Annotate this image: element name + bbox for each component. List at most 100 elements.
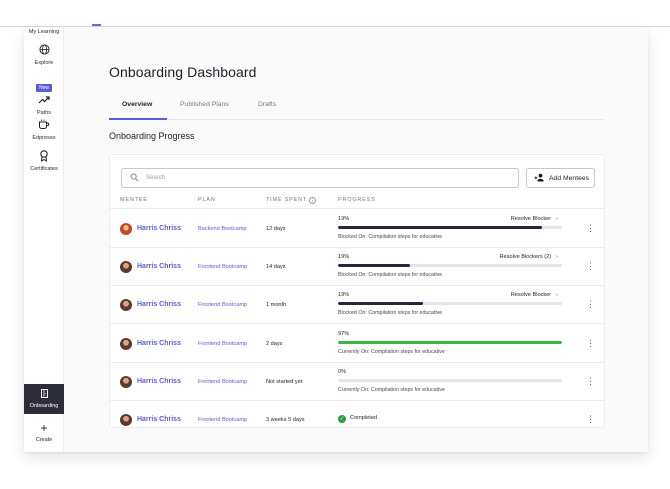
progress-bar xyxy=(338,302,562,306)
progress-status: Blocked On: Compilation steps for educat… xyxy=(338,272,443,279)
mentee-name[interactable]: Harris Chriss xyxy=(137,378,181,385)
ribbon-icon xyxy=(24,150,64,164)
tab-drafts[interactable]: Drafts xyxy=(258,101,276,108)
progress-bar xyxy=(338,378,562,382)
add-user-icon xyxy=(534,173,545,184)
info-icon[interactable]: i xyxy=(309,197,317,204)
time-spent: 14 days xyxy=(266,264,286,271)
trend-icon xyxy=(24,94,64,108)
progress-bar xyxy=(338,264,562,268)
plan-link[interactable]: Frontend Bootcamp xyxy=(198,264,247,270)
sidebar-item-onboarding[interactable]: Onboarding xyxy=(24,384,64,414)
sidebar-item-label: Paths xyxy=(36,110,52,116)
top-accent xyxy=(92,24,101,26)
sidebar: My Learning Explore New Paths Edpresso C… xyxy=(24,27,64,452)
new-badge: New xyxy=(35,84,52,92)
sidebar-item-label: My Learning xyxy=(28,29,60,35)
column-header-plan: PLAN xyxy=(198,197,216,203)
table-row: Harris Chriss Frontend Bootcamp 14 days 19%… xyxy=(110,248,604,287)
progress-bar-fill xyxy=(338,302,424,306)
progress-card: Search Add Mentees MENTEE PLAN TIME SPEN… xyxy=(109,154,605,428)
sidebar-item-certificates[interactable]: Certificates xyxy=(24,150,64,172)
sidebar-item-edpresso[interactable]: Edpresso xyxy=(24,119,64,141)
time-spent: Not started yet xyxy=(266,378,303,385)
resolve-blocker-link[interactable]: Resolve Blockers (2) › xyxy=(500,254,558,260)
sidebar-item-label: Explore xyxy=(34,60,54,66)
tab-overview[interactable]: Overview xyxy=(122,101,152,108)
progress-status: Blocked On: Compilation steps for educat… xyxy=(338,310,443,317)
time-spent: 12 days xyxy=(266,226,286,232)
more-options-icon[interactable]: ⋮ xyxy=(586,338,595,348)
search-input[interactable]: Search xyxy=(121,168,519,188)
resolve-blocker-link[interactable]: Resolve Blocker › xyxy=(511,216,558,222)
resolve-blocker-label: Resolve Blockers (2) xyxy=(499,254,552,261)
main-content: Onboarding Dashboard Overview Published … xyxy=(64,27,648,452)
table-row: Harris Chriss Frontend Bootcamp 1 month 19%… xyxy=(110,286,604,325)
coffee-icon xyxy=(24,119,64,133)
progress-status: Currently On: Compilation steps for educ… xyxy=(338,386,445,393)
sidebar-item-label: Edpresso xyxy=(32,135,56,141)
sidebar-item-my-learning[interactable]: My Learning xyxy=(24,27,64,35)
more-options-icon[interactable]: ⋮ xyxy=(586,415,595,424)
column-header-time-spent: TIME SPENT i xyxy=(266,197,317,204)
sidebar-item-label: Create xyxy=(35,437,53,443)
sidebar-item-label: Onboarding xyxy=(29,403,59,409)
avatar xyxy=(120,299,132,312)
mentee-name[interactable]: Harris Chriss xyxy=(137,416,181,423)
plan-link[interactable]: Frontend Bootcamp xyxy=(198,302,247,308)
mentee-name[interactable]: Harris Chriss xyxy=(137,301,181,308)
plan-link[interactable]: Frontend Bootcamp xyxy=(198,379,247,385)
table-header: MENTEE PLAN TIME SPENT i PROGRESS xyxy=(110,197,604,209)
sidebar-item-create[interactable]: + Create xyxy=(24,421,64,443)
sidebar-item-label: Certificates xyxy=(30,166,58,172)
avatar xyxy=(120,375,132,388)
plan-link[interactable]: Frontend Bootcamp xyxy=(198,417,247,423)
completed-status: ✓ Completed xyxy=(338,415,377,423)
search-placeholder: Search xyxy=(146,175,166,181)
tab-bar: Overview Published Plans Drafts xyxy=(109,97,603,120)
progress-bar xyxy=(338,226,562,229)
chevron-right-icon: › xyxy=(556,292,558,299)
column-header-progress: PROGRESS xyxy=(338,197,376,203)
more-options-icon[interactable]: ⋮ xyxy=(586,376,595,386)
time-spent: 3 weeks 5 days xyxy=(266,417,305,423)
active-tab-indicator xyxy=(109,118,167,120)
plus-icon: + xyxy=(40,421,48,435)
globe-icon xyxy=(24,44,64,58)
page-title: Onboarding Dashboard xyxy=(109,64,257,80)
table-row: Harris Chriss Frontend Bootcamp Not starte… xyxy=(110,363,604,401)
progress-status: Currently On: Compilation steps for educ… xyxy=(338,348,445,355)
plan-link[interactable]: Backend Bootcamp xyxy=(198,226,247,232)
progress-bar xyxy=(338,340,562,344)
add-mentees-button[interactable]: Add Mentees xyxy=(526,168,595,188)
progress-percent: 19% xyxy=(338,216,350,222)
tab-published-plans[interactable]: Published Plans xyxy=(180,101,229,108)
mentee-name[interactable]: Harris Chriss xyxy=(137,225,181,232)
more-options-icon[interactable]: ⋮ xyxy=(586,262,595,271)
progress-bar-fill xyxy=(338,340,562,344)
column-header-mentee: MENTEE xyxy=(120,197,148,203)
more-options-icon[interactable]: ⋮ xyxy=(586,224,595,233)
table-row: Harris Chriss Backend Bootcamp 12 days 19% R… xyxy=(110,210,604,248)
mentee-name[interactable]: Harris Chriss xyxy=(137,340,181,347)
more-options-icon[interactable]: ⋮ xyxy=(586,300,595,309)
progress-percent: 19% xyxy=(338,292,350,299)
plan-link[interactable]: Frontend Bootcamp xyxy=(198,341,247,347)
resolve-blocker-link[interactable]: Resolve Blocker › xyxy=(511,292,558,298)
mentee-name[interactable]: Harris Chriss xyxy=(137,263,181,270)
add-mentees-label: Add Mentees xyxy=(549,175,590,182)
search-icon xyxy=(130,173,139,184)
progress-percent: 97% xyxy=(338,330,350,337)
avatar xyxy=(120,337,132,350)
avatar xyxy=(120,223,132,235)
sidebar-item-paths[interactable]: New Paths xyxy=(24,76,64,116)
column-header-time-spent-label: TIME SPENT xyxy=(266,197,308,203)
avatar xyxy=(120,261,132,274)
sidebar-item-explore[interactable]: Explore xyxy=(24,44,64,66)
check-icon: ✓ xyxy=(338,415,346,423)
chevron-right-icon: › xyxy=(556,216,558,222)
avatar xyxy=(120,414,132,426)
resolve-blocker-label: Resolve Blocker xyxy=(510,292,552,299)
app-window: My Learning Explore New Paths Edpresso C… xyxy=(24,27,648,452)
chevron-right-icon: › xyxy=(556,254,558,261)
